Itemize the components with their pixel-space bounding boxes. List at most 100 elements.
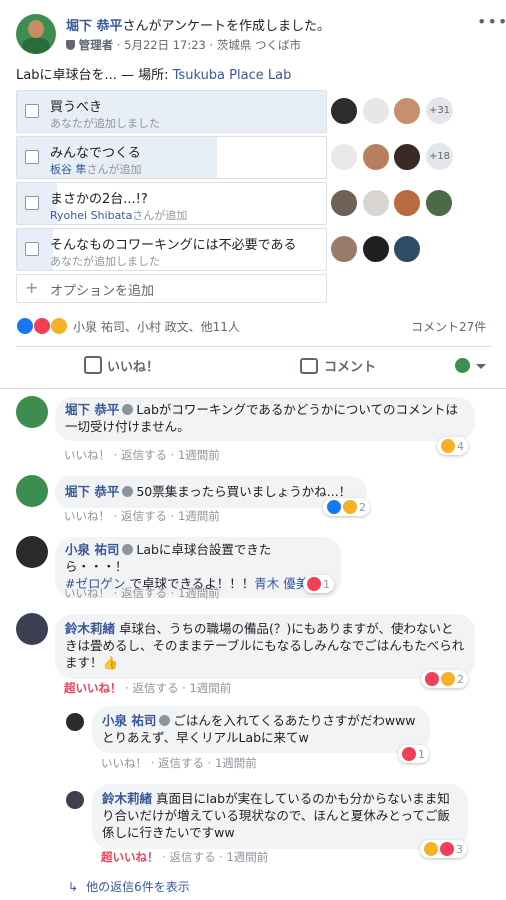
love-reaction-icon (425, 672, 439, 686)
voter-count[interactable]: +18 (426, 143, 453, 170)
reaction-count: 2 (457, 672, 464, 686)
comment-like-link[interactable]: いいね！ (64, 509, 110, 523)
voter-avatar[interactable] (362, 143, 390, 171)
commenter-name[interactable]: 鈴木莉緒 (65, 621, 115, 636)
poll-checkbox[interactable] (25, 242, 39, 256)
poll-option-3[interactable]: まさかの2台...!? Ryohei Shibataさんが追加 (16, 182, 327, 225)
voter-avatar[interactable] (330, 189, 358, 217)
comment-bubble: 堀下 恭平 Labがコワーキングであるかどうかについてのコメントは一切受け付けませ… (55, 397, 475, 441)
reply-avatar[interactable] (66, 791, 84, 809)
reply-text: 真面目にlabが実在しているのかも分からないまま知り合いだけが増えている現状なの… (102, 791, 450, 840)
reaction-names[interactable]: 小泉 祐司、小村 政文、他11人 (73, 318, 240, 335)
comment-text: 卓球台、うちの職場の備品(？)にもありますが、使わないときは畳めるし、そのままテ… (65, 621, 465, 670)
poll-option-sub: Ryohei Shibataさんが追加 (50, 207, 187, 223)
comment-count[interactable]: コメント27件 (411, 318, 486, 335)
comment-like-link[interactable]: いいね！ (64, 586, 110, 600)
poll-option-adder[interactable]: 板谷 隼 (50, 163, 87, 176)
poll-option-sub: 板谷 隼さんが追加 (50, 161, 142, 177)
poll-checkbox[interactable] (25, 104, 39, 118)
author-avatar[interactable] (16, 14, 56, 54)
poll-option-adder[interactable]: Ryohei Shibata (50, 209, 132, 222)
reaction-count: 4 (457, 439, 464, 453)
comment-reply-link[interactable]: 返信する (132, 681, 178, 695)
voter-avatar[interactable] (362, 235, 390, 263)
poll-option-1[interactable]: 買うべき あなたが追加しました (16, 90, 327, 133)
voter-avatar[interactable] (393, 143, 421, 171)
voter-avatar[interactable] (393, 189, 421, 217)
commenter-avatar[interactable] (16, 536, 48, 568)
poll-checkbox[interactable] (25, 150, 39, 164)
comment-love-link[interactable]: 超いいね！ (64, 681, 122, 695)
voter-avatar[interactable] (393, 235, 421, 263)
comment-reply-link[interactable]: 返信する (121, 586, 167, 600)
commenter-avatar[interactable] (16, 613, 48, 645)
voter-count[interactable]: +31 (426, 97, 453, 124)
replier-name[interactable]: 小泉 祐司 (102, 713, 156, 728)
love-reaction-icon (402, 747, 416, 761)
voter-avatar[interactable] (330, 97, 358, 125)
reply-like-link[interactable]: いいね！ (101, 756, 147, 770)
voter-avatar[interactable] (393, 97, 421, 125)
comment-time[interactable]: 1週間前 (178, 586, 220, 600)
add-option-placeholder: オプションを追加 (50, 284, 155, 299)
voter-avatar[interactable] (330, 143, 358, 171)
post-author-name[interactable]: 堀下 恭平 (66, 19, 123, 34)
comment-reply-link[interactable]: 返信する (121, 448, 167, 462)
poll-option-label: みんなでつくる (50, 146, 141, 161)
reply-reply-link[interactable]: 返信する (169, 850, 215, 864)
love-reaction-icon (33, 317, 51, 335)
comment-button[interactable]: コメント (300, 356, 376, 378)
comment-reactions[interactable]: 1 (303, 575, 334, 593)
comment-reactions[interactable]: 4 (437, 437, 468, 455)
comment-actions: いいね！ · 返信する · 1週間前 (64, 448, 220, 462)
comment-actions: いいね！ · 返信する · 1週間前 (64, 509, 220, 523)
post-body-place-link[interactable]: Tsukuba Place Lab (173, 68, 292, 83)
comment-like-link[interactable]: いいね！ (64, 448, 110, 462)
poll-option-sub-text: さんが追加 (132, 209, 188, 222)
replier-name[interactable]: 鈴木莉緒 (102, 791, 152, 806)
reaction-count: 2 (359, 500, 366, 514)
reaction-audience-selector[interactable] (455, 358, 489, 374)
add-option-field[interactable]: + オプションを追加 (16, 274, 327, 303)
poll-option-4[interactable]: そんなものコワーキングには不必要である あなたが追加しました (16, 228, 327, 271)
commenter-avatar[interactable] (16, 396, 48, 428)
reply-love-link[interactable]: 超いいね！ (101, 850, 159, 864)
reply-arrow-icon: ↳ (68, 880, 79, 894)
comment-time[interactable]: 1週間前 (178, 509, 220, 523)
reply-reactions[interactable]: 1 (398, 745, 429, 763)
comment-reactions[interactable]: 2 (421, 670, 468, 688)
reply-time[interactable]: 1週間前 (226, 850, 268, 864)
verified-badge-icon (122, 486, 134, 497)
comment-reply-link[interactable]: 返信する (121, 509, 167, 523)
reaction-icons[interactable] (16, 317, 72, 335)
commenter-avatar[interactable] (16, 475, 48, 507)
poll-option-2[interactable]: みんなでつくる 板谷 隼さんが追加 (16, 136, 327, 179)
comment-reactions[interactable]: 2 (323, 498, 370, 516)
reaction-count: 3 (456, 842, 463, 856)
chevron-down-icon (476, 364, 486, 369)
reply-reply-link[interactable]: 返信する (158, 756, 204, 770)
love-reaction-icon (440, 842, 454, 856)
commenter-name[interactable]: 小泉 祐司 (65, 542, 119, 557)
more-replies-link[interactable]: ↳ 他の返信6件を表示 (68, 878, 190, 895)
like-button[interactable]: いいね！ (84, 356, 159, 378)
poll-checkbox[interactable] (25, 196, 39, 210)
comment-time[interactable]: 1週間前 (178, 448, 220, 462)
reply-reactions[interactable]: 3 (420, 840, 467, 858)
reply-avatar[interactable] (66, 713, 84, 731)
poll-option-sub-text: さんが追加 (86, 163, 142, 176)
voter-avatar[interactable] (362, 189, 390, 217)
post-date[interactable]: 5月22日 17:23 (124, 38, 206, 52)
ellipsis-icon[interactable]: ••• (477, 12, 506, 31)
mention-link[interactable]: 青木 優美 (254, 576, 308, 591)
comment-time[interactable]: 1週間前 (189, 681, 231, 695)
comment-bubble: 鈴木莉緒 卓球台、うちの職場の備品(？)にもありますが、使わないときは畳めるし、… (55, 614, 475, 679)
voter-avatar[interactable] (362, 97, 390, 125)
voter-avatar[interactable] (425, 189, 453, 217)
voter-avatar[interactable] (330, 235, 358, 263)
post-place[interactable]: 茨城県 つくば市 (217, 38, 301, 52)
commenter-name[interactable]: 堀下 恭平 (65, 484, 119, 499)
admin-shield-icon (66, 40, 75, 50)
commenter-name[interactable]: 堀下 恭平 (65, 402, 119, 417)
reply-time[interactable]: 1週間前 (215, 756, 257, 770)
